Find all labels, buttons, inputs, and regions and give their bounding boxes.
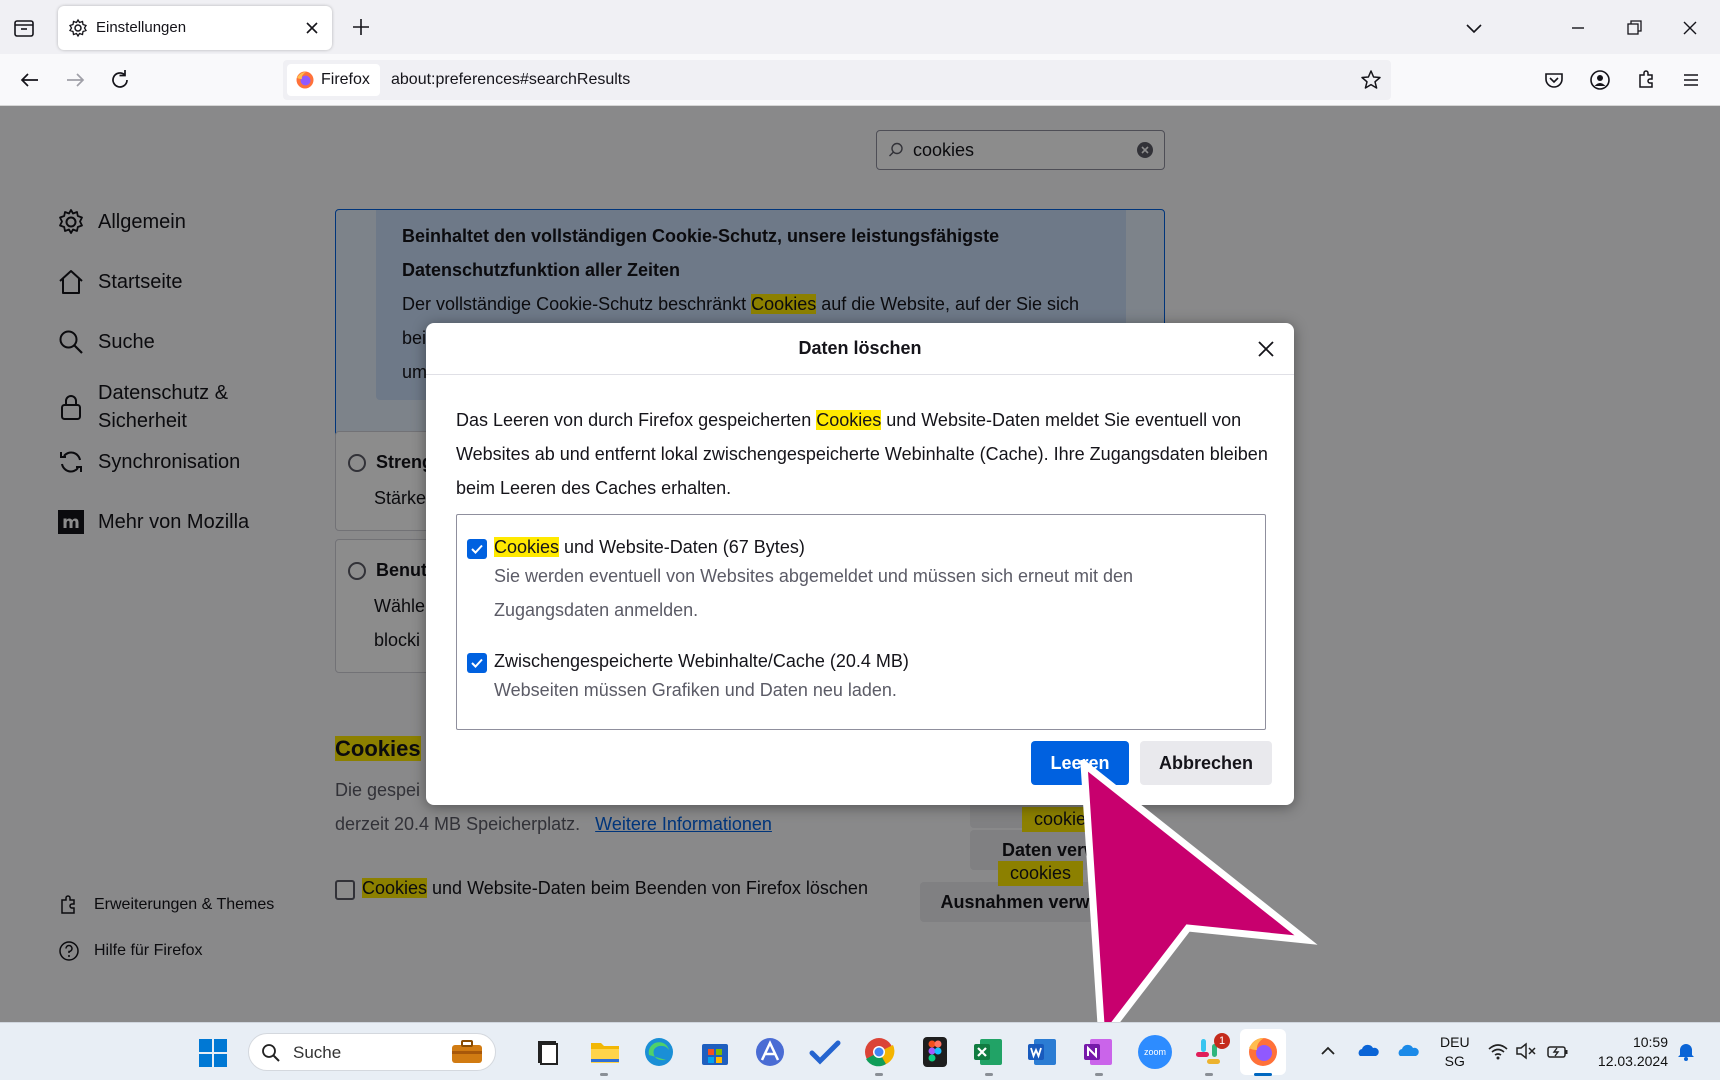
forward-icon[interactable]	[61, 66, 89, 94]
notification-badge: 1	[1214, 1033, 1230, 1049]
tab-settings[interactable]: Einstellungen	[58, 6, 332, 50]
tab-overflow-chevron-icon[interactable]	[1460, 14, 1488, 42]
clear-options-box: Cookies und Website-Daten (67 Bytes) Sie…	[456, 514, 1266, 730]
bookmark-star-icon[interactable]	[1359, 68, 1383, 92]
new-tab-icon[interactable]	[350, 16, 372, 38]
onedrive-icon[interactable]	[1396, 1039, 1420, 1063]
task-view-icon[interactable]	[530, 1035, 564, 1069]
identity-label: Firefox	[321, 71, 370, 88]
back-icon[interactable]	[16, 66, 44, 94]
reload-icon[interactable]	[106, 66, 134, 94]
menu-hamburger-icon[interactable]	[1677, 66, 1705, 94]
checkmark-icon	[471, 658, 483, 668]
firefox-icon[interactable]	[1246, 1035, 1280, 1069]
tab-title: Einstellungen	[96, 19, 187, 36]
input-language[interactable]: DEU SG	[1440, 1033, 1470, 1071]
cache-checkbox[interactable]	[467, 653, 487, 673]
tab-bar: Einstellungen	[0, 0, 1720, 54]
onenote-icon[interactable]	[1082, 1035, 1116, 1069]
windows-start-icon[interactable]	[198, 1038, 228, 1068]
clear-data-dialog: Daten löschen Das Leeren von durch Firef…	[426, 323, 1294, 805]
close-icon[interactable]	[1252, 335, 1280, 363]
clock[interactable]: 10:59 12.03.2024	[1590, 1033, 1668, 1071]
running-indicator	[1205, 1073, 1213, 1076]
cache-option-label: Zwischengespeicherte Webinhalte/Cache (2…	[494, 651, 909, 671]
cookies-checkbox[interactable]	[467, 539, 487, 559]
close-window-icon[interactable]	[1676, 14, 1704, 42]
briefcase-icon	[452, 1040, 482, 1063]
taskbar-search[interactable]: Suche	[248, 1033, 496, 1071]
cookies-option-sub: Sie werden eventuell von Websites abgeme…	[494, 566, 1134, 620]
todo-icon[interactable]	[808, 1035, 842, 1069]
url-text[interactable]: about:preferences#searchResults	[391, 71, 630, 89]
running-indicator	[985, 1073, 993, 1076]
speaker-muted-icon[interactable]	[1514, 1039, 1538, 1063]
running-indicator	[600, 1073, 608, 1076]
figma-icon[interactable]	[918, 1035, 952, 1069]
zoom-icon[interactable]: zoom	[1138, 1035, 1172, 1069]
search-icon	[262, 1044, 280, 1062]
notification-bell-icon[interactable]	[1674, 1039, 1698, 1063]
battery-icon[interactable]	[1546, 1039, 1570, 1063]
running-indicator	[875, 1073, 883, 1076]
cookies-option-label: Cookies und Website-Daten (67 Bytes)	[494, 537, 805, 557]
extensions-icon[interactable]	[1632, 66, 1660, 94]
active-indicator	[1254, 1073, 1272, 1076]
taskbar-search-label: Suche	[293, 1043, 342, 1062]
excel-icon[interactable]	[972, 1035, 1006, 1069]
account-icon[interactable]	[1586, 66, 1614, 94]
chevron-up-icon[interactable]	[1316, 1039, 1340, 1063]
pocket-icon[interactable]	[1540, 66, 1568, 94]
word-icon[interactable]	[1026, 1035, 1060, 1069]
chrome-icon[interactable]	[862, 1035, 896, 1069]
windows-taskbar: Suche zoom 1 DEU SG 10:59 12.03.2024	[0, 1022, 1720, 1080]
file-explorer-icon[interactable]	[588, 1035, 622, 1069]
navigation-toolbar: Firefox about:preferences#searchResults	[0, 54, 1720, 106]
restore-icon[interactable]	[1620, 14, 1648, 42]
tab-list-icon[interactable]	[10, 14, 38, 42]
dialog-header: Daten löschen	[426, 323, 1294, 375]
close-tab-icon[interactable]	[302, 18, 322, 38]
dialog-title: Daten löschen	[798, 338, 922, 358]
gear-icon	[69, 18, 87, 38]
edge-icon[interactable]	[642, 1035, 676, 1069]
identity-box[interactable]: Firefox	[287, 64, 380, 96]
onedrive-icon[interactable]	[1356, 1039, 1380, 1063]
microsoft-store-icon[interactable]	[698, 1035, 732, 1069]
app-launcher-icon[interactable]	[753, 1035, 787, 1069]
wifi-icon[interactable]	[1486, 1039, 1510, 1063]
checkmark-icon	[471, 544, 483, 554]
cache-option-sub: Webseiten müssen Grafiken und Daten neu …	[494, 680, 897, 700]
running-indicator	[1095, 1073, 1103, 1076]
url-bar[interactable]: Firefox about:preferences#searchResults	[283, 60, 1391, 100]
dialog-description: Das Leeren von durch Firefox gespeichert…	[456, 410, 1268, 498]
annotation-arrow-pointer	[1080, 760, 1318, 1050]
minimize-icon[interactable]	[1564, 14, 1592, 42]
firefox-logo-icon	[296, 71, 314, 89]
